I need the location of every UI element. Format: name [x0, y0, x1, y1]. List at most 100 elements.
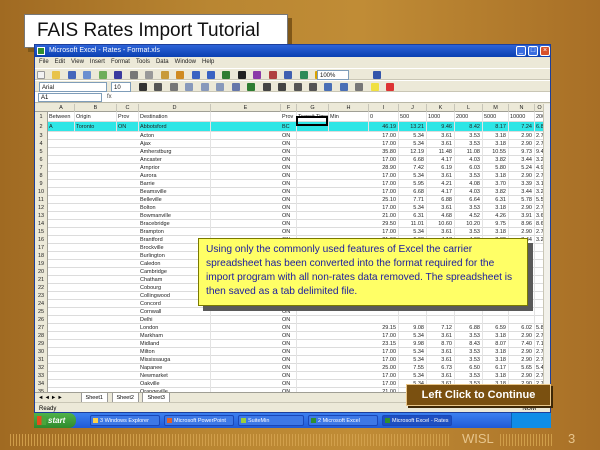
- rate-cell[interactable]: 5.34: [400, 228, 427, 236]
- rate-cell[interactable]: 17.00: [370, 204, 399, 212]
- rate-cell[interactable]: 17.00: [370, 180, 399, 188]
- rate-cell[interactable]: 35.80: [370, 148, 399, 156]
- destination-cell[interactable]: Cornwall: [140, 308, 211, 316]
- continue-button[interactable]: Left Click to Continue: [406, 384, 551, 406]
- rate-cell[interactable]: 3.61: [428, 140, 455, 148]
- prov-cell[interactable]: ON: [282, 324, 297, 332]
- rate-cell[interactable]: 4.03: [456, 156, 483, 164]
- table-row[interactable]: 6AncasterON17.006.684.174.033.823.443.25: [35, 156, 545, 164]
- excel-titlebar[interactable]: Microsoft Excel - Rates - Format.xls _ □…: [35, 45, 550, 57]
- prov-cell[interactable]: ON: [282, 164, 297, 172]
- rate-cell[interactable]: 8.70: [428, 340, 455, 348]
- rate-cell[interactable]: 3.53: [456, 172, 483, 180]
- rate-cell[interactable]: 3.53: [456, 356, 483, 364]
- close-icon[interactable]: ×: [540, 46, 550, 56]
- prov-cell[interactable]: ON: [282, 340, 297, 348]
- rate-cell[interactable]: 4.17: [428, 188, 455, 196]
- function-icon[interactable]: [253, 71, 262, 79]
- rate-cell[interactable]: 6.73: [428, 364, 455, 372]
- rate-cell[interactable]: 2.90: [510, 204, 535, 212]
- rate-cell[interactable]: 6.88: [428, 196, 455, 204]
- rate-cell[interactable]: 17.00: [370, 188, 399, 196]
- rate-cell[interactable]: 3.18: [484, 228, 509, 236]
- rate-cell[interactable]: 6.64: [456, 196, 483, 204]
- cell[interactable]: Abbotsford: [140, 122, 211, 132]
- rate-cell[interactable]: 6.31: [400, 212, 427, 220]
- rate-cell[interactable]: 3.44: [510, 156, 535, 164]
- rate-cell[interactable]: 6.59: [484, 324, 509, 332]
- rate-cell[interactable]: 9.75: [484, 220, 509, 228]
- cell[interactable]: Destination: [140, 112, 211, 122]
- rate-cell[interactable]: 7.40: [510, 340, 535, 348]
- format-painter-icon[interactable]: [176, 71, 185, 79]
- rate-cell[interactable]: 3.61: [428, 204, 455, 212]
- borders-icon[interactable]: [355, 83, 364, 91]
- rate-cell[interactable]: 17.00: [370, 132, 399, 140]
- rate-cell[interactable]: 25.00: [370, 364, 399, 372]
- start-button[interactable]: start: [34, 413, 76, 428]
- rate-cell[interactable]: 3.53: [456, 204, 483, 212]
- rate-cell[interactable]: 4.52: [456, 212, 483, 220]
- destination-cell[interactable]: Belleville: [140, 196, 211, 204]
- taskbar-item-suitemin[interactable]: SuiteMin: [238, 415, 304, 426]
- rate-cell[interactable]: 3.18: [484, 204, 509, 212]
- rate-cell[interactable]: 3.53: [456, 140, 483, 148]
- rate-cell[interactable]: 7.55: [400, 364, 427, 372]
- table-row[interactable]: 15BramptonON17.005.343.613.533.182.902.7…: [35, 228, 545, 236]
- cell[interactable]: 9.46: [428, 122, 455, 132]
- rate-cell[interactable]: 5.34: [400, 172, 427, 180]
- prov-cell[interactable]: ON: [282, 332, 297, 340]
- rate-cell[interactable]: 5.34: [400, 372, 427, 380]
- rate-cell[interactable]: 3.18: [484, 372, 509, 380]
- menu-item-insert[interactable]: Insert: [90, 59, 105, 65]
- cell[interactable]: ON: [118, 122, 139, 132]
- destination-cell[interactable]: Milton: [140, 348, 211, 356]
- merge-center-icon[interactable]: [231, 83, 240, 91]
- paste-icon[interactable]: [160, 71, 169, 79]
- rate-cell[interactable]: 11.08: [456, 148, 483, 156]
- column-header-k[interactable]: K: [427, 104, 455, 112]
- cell[interactable]: Toronto: [76, 122, 117, 132]
- prov-cell[interactable]: ON: [282, 212, 297, 220]
- column-header-b[interactable]: B: [75, 104, 117, 112]
- rate-cell[interactable]: 3.18: [484, 132, 509, 140]
- rate-cell[interactable]: 5.24: [510, 164, 535, 172]
- column-header-g[interactable]: G: [297, 104, 329, 112]
- rate-cell[interactable]: 6.88: [456, 324, 483, 332]
- cell[interactable]: Prov: [282, 112, 297, 122]
- rate-cell[interactable]: 17.00: [370, 332, 399, 340]
- column-header-f[interactable]: F: [281, 104, 297, 112]
- destination-cell[interactable]: Barrie: [140, 180, 211, 188]
- destination-cell[interactable]: Napanee: [140, 364, 211, 372]
- rate-cell[interactable]: [400, 308, 427, 316]
- prov-cell[interactable]: ON: [282, 372, 297, 380]
- table-row[interactable]: 28MarkhamON17.005.343.613.533.182.902.72: [35, 332, 545, 340]
- rate-cell[interactable]: 3.53: [456, 372, 483, 380]
- rate-cell[interactable]: 3.18: [484, 356, 509, 364]
- rate-cell[interactable]: [370, 308, 399, 316]
- table-row[interactable]: 1 Between Origin Prov Destination Prov Transi…: [35, 112, 545, 122]
- cell[interactable]: 2000: [456, 112, 483, 122]
- selected-row[interactable]: 2 A Toronto ON Abbotsford BC 46.19 13.21 9.46 8.…: [35, 122, 545, 132]
- rate-cell[interactable]: 3.53: [456, 332, 483, 340]
- cell[interactable]: Between: [49, 112, 75, 122]
- destination-cell[interactable]: Oakville: [140, 380, 211, 388]
- cell[interactable]: 8.42: [456, 122, 483, 132]
- rate-cell[interactable]: [428, 316, 455, 324]
- rate-cell[interactable]: [456, 308, 483, 316]
- taskbar-item-excel-group[interactable]: 2 Microsoft Excel: [308, 415, 378, 426]
- rate-cell[interactable]: [484, 316, 509, 324]
- align-left-icon[interactable]: [185, 83, 194, 91]
- rate-cell[interactable]: 9.73: [510, 148, 535, 156]
- menu-item-view[interactable]: View: [71, 59, 84, 65]
- destination-cell[interactable]: Brampton: [140, 228, 211, 236]
- rate-cell[interactable]: 4.26: [484, 212, 509, 220]
- destination-cell[interactable]: Bracebridge: [140, 220, 211, 228]
- destination-cell[interactable]: Ajax: [140, 140, 211, 148]
- cell[interactable]: Min: [330, 112, 369, 122]
- currency-icon[interactable]: [247, 83, 256, 91]
- column-header-e[interactable]: E: [211, 104, 281, 112]
- menu-item-data[interactable]: Data: [156, 59, 169, 65]
- comma-style-icon[interactable]: [278, 83, 287, 91]
- increase-decimal-icon[interactable]: [293, 83, 302, 91]
